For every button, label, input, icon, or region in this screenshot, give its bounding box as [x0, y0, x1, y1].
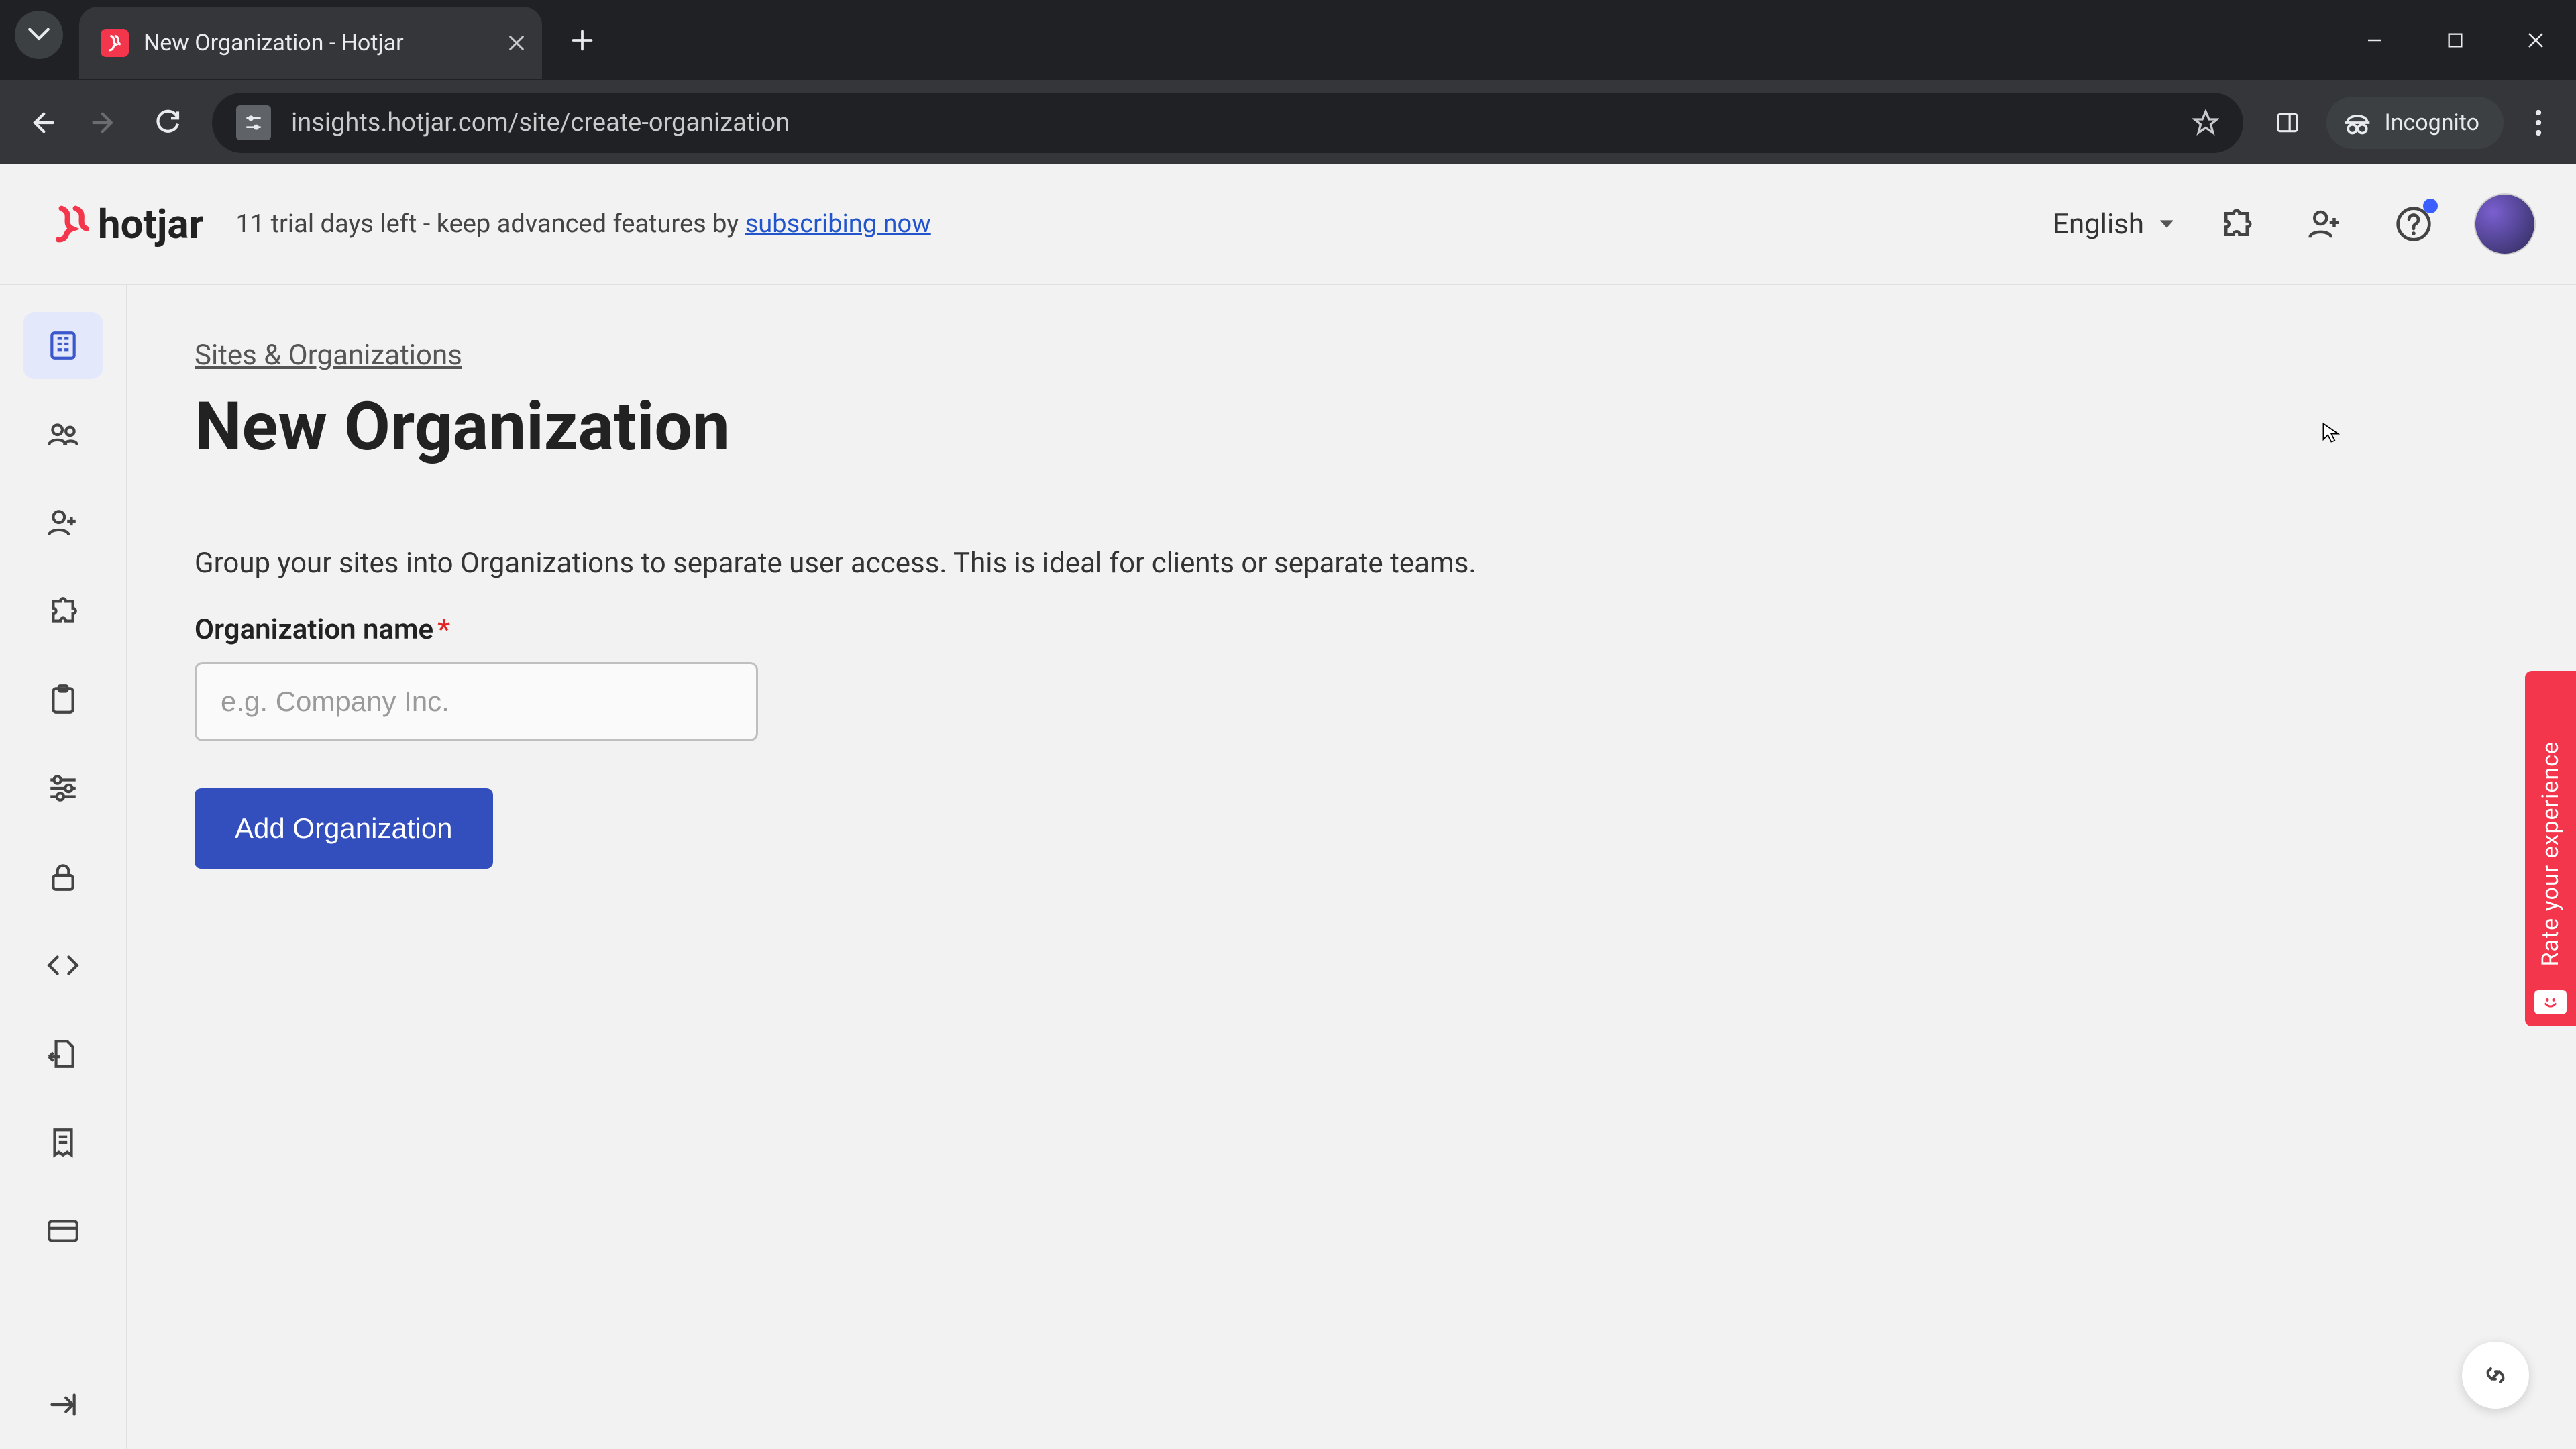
smile-icon	[2534, 990, 2567, 1014]
subscribe-link[interactable]: subscribing now	[745, 209, 931, 239]
arrow-left-icon	[28, 109, 55, 136]
new-tab-button[interactable]	[562, 20, 602, 60]
people-icon	[46, 417, 80, 451]
add-organization-button[interactable]: Add Organization	[195, 788, 493, 869]
copy-link-button[interactable]	[2462, 1342, 2529, 1409]
person-add-icon	[2307, 206, 2343, 242]
sidebar	[0, 285, 127, 1449]
sidebar-item-team[interactable]	[23, 400, 103, 468]
main-content: Sites & Organizations New Organization G…	[127, 285, 2576, 1449]
side-panel-button[interactable]	[2261, 96, 2314, 150]
browser-chrome: New Organization - Hotjar	[0, 0, 2576, 164]
file-export-icon	[46, 1037, 80, 1071]
sidebar-item-settings[interactable]	[23, 755, 103, 822]
hotjar-mark-icon	[54, 205, 91, 243]
window-maximize-button[interactable]	[2415, 20, 2496, 60]
url-field[interactable]: insights.hotjar.com/site/create-organiza…	[212, 93, 2243, 153]
puzzle-icon	[2218, 206, 2255, 242]
hotjar-favicon	[101, 29, 129, 57]
bookmark-button[interactable]	[2192, 109, 2219, 136]
invite-button[interactable]	[2297, 196, 2353, 252]
reload-icon	[154, 109, 181, 136]
sidebar-item-lock[interactable]	[23, 843, 103, 910]
clipboard-icon	[46, 683, 80, 716]
notification-dot	[2423, 199, 2438, 213]
minimize-icon	[2365, 30, 2385, 50]
sidebar-item-integrations[interactable]	[23, 578, 103, 645]
browser-addressbar: insights.hotjar.com/site/create-organiza…	[0, 80, 2576, 164]
intro-text: Group your sites into Organizations to s…	[195, 547, 2509, 580]
browser-menu-button[interactable]	[2516, 100, 2561, 146]
nav-reload-button[interactable]	[141, 96, 195, 150]
url-text: insights.hotjar.com/site/create-organiza…	[291, 108, 790, 138]
sidebar-item-clipboard[interactable]	[23, 666, 103, 733]
lock-icon	[46, 860, 80, 894]
nav-forward-button[interactable]	[78, 96, 131, 150]
avatar[interactable]	[2474, 193, 2536, 255]
credit-card-icon	[46, 1214, 80, 1248]
org-name-label: Organization name*	[195, 613, 2509, 646]
tune-icon	[243, 112, 264, 133]
incognito-label: Incognito	[2384, 109, 2479, 136]
link-icon	[2479, 1359, 2512, 1391]
search-tabs-button[interactable]	[15, 11, 63, 59]
help-button[interactable]	[2385, 196, 2442, 252]
star-icon	[2192, 109, 2219, 136]
hotjar-logo[interactable]: hotjar	[54, 201, 203, 248]
sidebar-item-code[interactable]	[23, 932, 103, 999]
incognito-icon	[2343, 108, 2372, 138]
sliders-icon	[46, 771, 80, 805]
sidebar-item-sites[interactable]	[23, 312, 103, 379]
sidebar-expand-button[interactable]	[23, 1371, 103, 1438]
org-name-label-text: Organization name	[195, 613, 433, 646]
hotjar-wordmark: hotjar	[98, 201, 203, 248]
window-close-button[interactable]	[2496, 20, 2576, 60]
expand-icon	[46, 1388, 80, 1421]
window-controls	[2334, 0, 2576, 80]
required-indicator: *	[437, 613, 450, 646]
browser-tab[interactable]: New Organization - Hotjar	[79, 7, 542, 79]
sidebar-item-export[interactable]	[23, 1020, 103, 1087]
plus-icon	[570, 28, 594, 52]
page-title: New Organization	[195, 388, 2509, 466]
breadcrumb[interactable]: Sites & Organizations	[195, 339, 462, 372]
feedback-label: Rate your experience	[2537, 731, 2564, 966]
chevron-down-icon	[28, 28, 50, 42]
maximize-icon	[2446, 31, 2465, 50]
kebab-icon	[2535, 109, 2542, 136]
puzzle-icon	[46, 594, 80, 628]
integrations-button[interactable]	[2208, 196, 2265, 252]
app-header: hotjar 11 trial days left - keep advance…	[0, 164, 2576, 285]
close-icon	[507, 34, 526, 52]
sidebar-item-receipts[interactable]	[23, 1109, 103, 1176]
trial-prefix: 11 trial days left - keep advanced featu…	[235, 209, 745, 239]
panel-icon	[2275, 110, 2300, 136]
language-label: English	[2053, 208, 2144, 241]
language-picker[interactable]: English	[2053, 208, 2176, 241]
caret-down-icon	[2157, 218, 2176, 230]
browser-titlebar: New Organization - Hotjar	[0, 0, 2576, 80]
sidebar-item-billing[interactable]	[23, 1197, 103, 1265]
trial-banner: 11 trial days left - keep advanced featu…	[235, 209, 930, 239]
window-minimize-button[interactable]	[2334, 20, 2415, 60]
arrow-right-icon	[91, 109, 118, 136]
tab-title: New Organization - Hotjar	[144, 30, 404, 56]
code-icon	[46, 949, 80, 982]
org-name-input[interactable]	[195, 662, 758, 741]
nav-back-button[interactable]	[15, 96, 68, 150]
incognito-indicator[interactable]: Incognito	[2326, 97, 2504, 149]
site-info-button[interactable]	[236, 105, 271, 140]
feedback-tab[interactable]: Rate your experience	[2525, 671, 2576, 1026]
building-icon	[46, 329, 80, 362]
sidebar-item-invite[interactable]	[23, 489, 103, 556]
close-icon	[2526, 30, 2546, 50]
receipt-icon	[46, 1126, 80, 1159]
tab-close-button[interactable]	[507, 34, 526, 52]
person-add-icon	[46, 506, 80, 539]
